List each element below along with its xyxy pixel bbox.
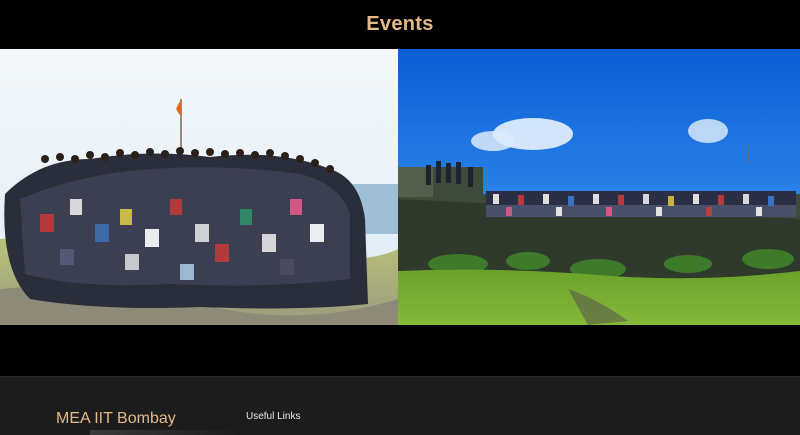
footer-useful-links-heading: Useful Links xyxy=(246,411,301,422)
events-title: Events xyxy=(366,12,434,35)
event-photo-hilltop[interactable] xyxy=(0,49,398,325)
events-gallery xyxy=(0,49,800,325)
site-footer: MEA IIT Bombay Useful Links xyxy=(0,377,800,435)
footer-tagline-fade xyxy=(90,430,240,435)
event-photo-hilltop-image xyxy=(0,49,398,325)
footer-brand[interactable]: MEA IIT Bombay xyxy=(56,410,176,428)
event-photo-fort-image xyxy=(398,49,800,325)
events-page: Events MEA IIT Bombay Useful Links xyxy=(0,0,800,435)
event-photo-fort[interactable] xyxy=(398,49,800,325)
events-section-header: Events xyxy=(0,0,800,48)
